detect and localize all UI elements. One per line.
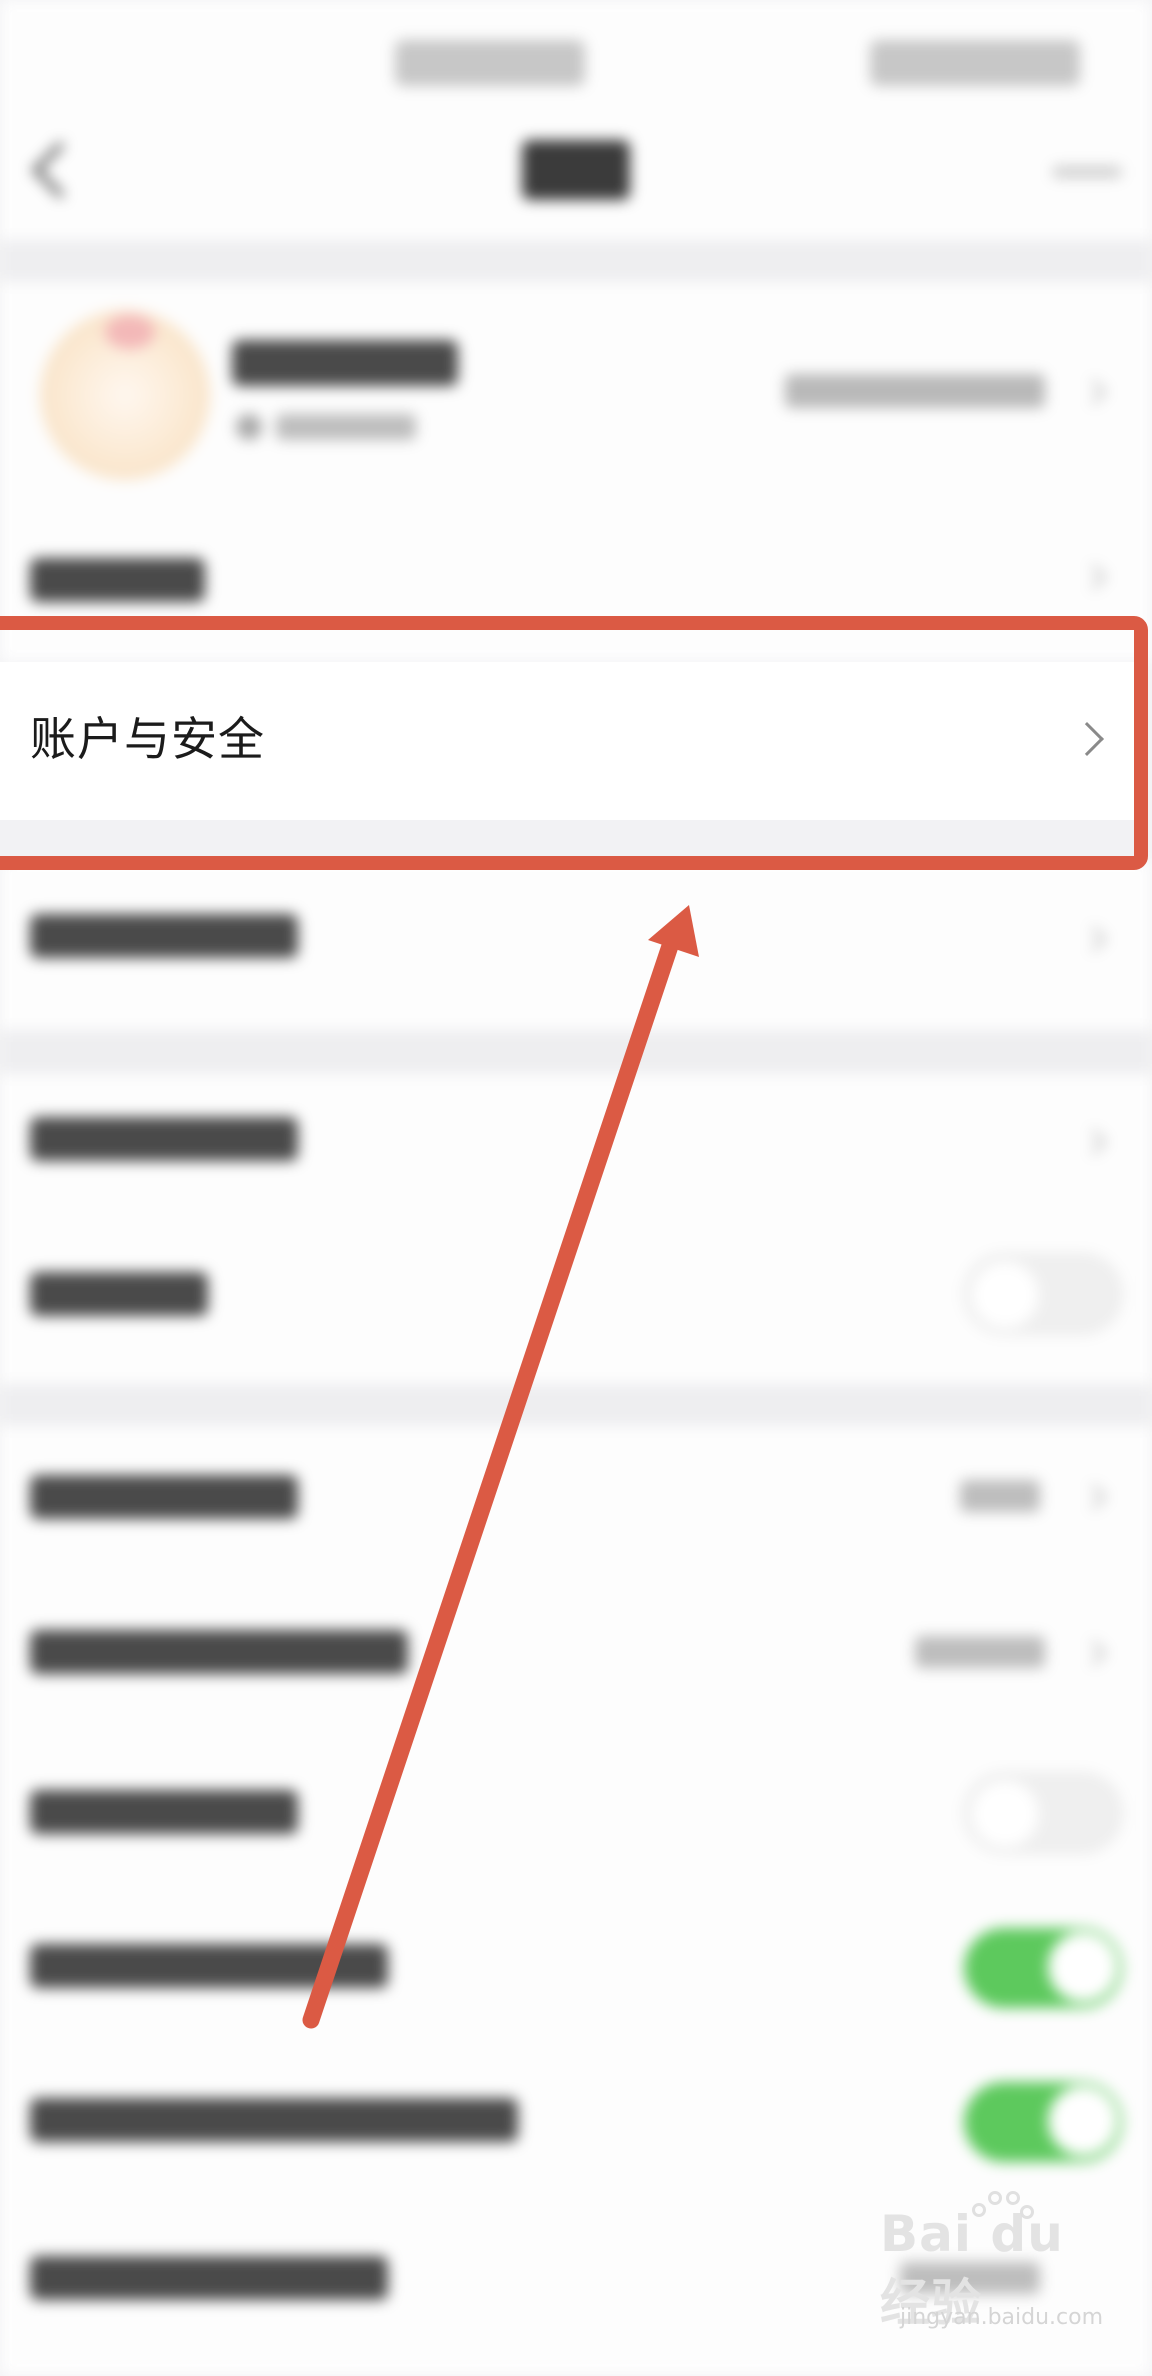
baidu-paw-icon bbox=[972, 2191, 1034, 2237]
watermark-url: jingyan.baidu.com bbox=[900, 2305, 1104, 2330]
annotation-arrow bbox=[302, 905, 699, 2029]
baidu-watermark: Bai du 经验 jingyan.baidu.com bbox=[880, 2191, 1130, 2355]
settings-screen: 账户与安全 Bai du 经验 jingyan.baidu.com bbox=[0, 0, 1152, 2376]
